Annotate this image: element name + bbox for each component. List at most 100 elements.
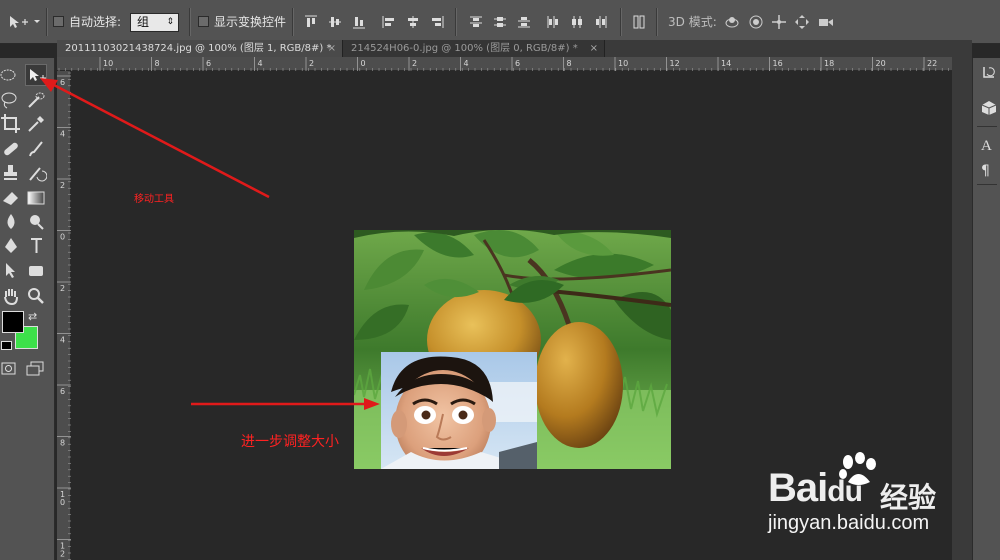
baidu-paw-icon	[839, 452, 876, 485]
ruler-label: 2	[309, 59, 314, 68]
options-bar: 自动选择: 组 ⇕ 显示变换控件 3D 模式:	[0, 0, 1000, 44]
3d-slide-icon[interactable]	[794, 14, 810, 30]
ruler-label: 2	[412, 59, 417, 68]
3d-mode-label: 3D 模式:	[668, 15, 717, 29]
ruler-label: 6	[206, 59, 211, 68]
ruler-label: 14	[721, 59, 731, 68]
healing-brush-tool[interactable]	[0, 138, 22, 160]
history-icon[interactable]	[981, 64, 997, 80]
ruler-label: 6	[515, 59, 520, 68]
distribute-vcenter-icon[interactable]	[492, 14, 508, 30]
separator	[189, 8, 191, 36]
close-icon[interactable]: ×	[328, 40, 336, 57]
default-colors-icon[interactable]	[1, 341, 12, 350]
ruler-label: 18	[824, 59, 834, 68]
ruler-label: 2	[60, 181, 65, 190]
auto-select-dropdown[interactable]: 组 ⇕	[130, 13, 179, 32]
chevron-updown-icon: ⇕	[166, 17, 174, 27]
auto-select-value: 组	[137, 15, 150, 29]
ruler-label: 8	[60, 439, 65, 448]
align-vertical-center-icon[interactable]	[327, 14, 343, 30]
close-icon[interactable]: ×	[590, 40, 598, 57]
move-tool[interactable]	[25, 64, 47, 86]
auto-select-checkbox[interactable]	[53, 16, 64, 27]
annotation-move-tool: 移动工具	[134, 194, 174, 205]
path-selection-tool[interactable]	[0, 260, 22, 282]
separator	[620, 8, 622, 36]
tab-label: 214524H06-0.jpg @ 100% (图层 0, RGB/8#) *	[351, 43, 578, 54]
distribute-right-icon[interactable]	[593, 14, 609, 30]
ruler-label: 8	[567, 59, 572, 68]
move-tool-preset-picker[interactable]	[6, 13, 40, 31]
ruler-label: 0	[361, 59, 366, 68]
quick-selection-tool[interactable]	[25, 89, 47, 111]
distribute-bottom-icon[interactable]	[516, 14, 532, 30]
brush-tool[interactable]	[25, 138, 47, 160]
toolbox: ⇄	[0, 58, 55, 560]
watermark-url: jingyan.baidu.com	[768, 512, 930, 534]
separator	[46, 8, 48, 36]
clone-stamp-tool[interactable]	[0, 162, 22, 184]
show-transform-label: 显示变换控件	[214, 15, 287, 29]
distribute-top-icon[interactable]	[468, 14, 484, 30]
ruler-label: 10	[103, 59, 113, 68]
document-tab-bar: 20111103021438724.jpg @ 100% (图层 1, RGB/…	[57, 40, 952, 57]
pen-tool[interactable]	[0, 235, 22, 257]
distribute-hcenter-icon[interactable]	[569, 14, 585, 30]
quick-mask-icon[interactable]	[0, 358, 22, 380]
align-right-icon[interactable]	[429, 14, 445, 30]
crop-tool[interactable]	[0, 113, 22, 135]
move-icon	[10, 16, 40, 28]
align-top-icon[interactable]	[303, 14, 319, 30]
swap-colors-icon[interactable]: ⇄	[28, 310, 37, 323]
tab-document-2[interactable]: 214524H06-0.jpg @ 100% (图层 0, RGB/8#) * …	[343, 40, 605, 57]
auto-select-label: 自动选择:	[69, 15, 122, 29]
distribute-left-icon[interactable]	[545, 14, 561, 30]
paragraph-icon[interactable]: ¶	[981, 163, 997, 179]
align-left-icon[interactable]	[381, 14, 397, 30]
baidu-jingyan-watermark: Baidu 经验 jingyan.baidu.com	[760, 452, 990, 542]
3d-rotate-icon[interactable]	[724, 14, 740, 30]
3d-roll-icon[interactable]	[748, 14, 764, 30]
character-icon[interactable]: A	[981, 138, 997, 154]
elliptical-marquee-tool[interactable]	[0, 64, 22, 86]
ruler-label: 0	[60, 233, 65, 242]
type-tool[interactable]	[25, 235, 47, 257]
eraser-tool[interactable]	[0, 187, 22, 209]
layer-1-portrait[interactable]	[381, 352, 537, 469]
foreground-color-swatch[interactable]	[2, 311, 24, 333]
divider	[977, 126, 997, 127]
3d-drag-icon[interactable]	[771, 14, 787, 30]
eyedropper-tool[interactable]	[25, 113, 47, 135]
vertical-ruler: 642024681012	[57, 71, 71, 560]
ruler-label: 4	[60, 336, 65, 345]
align-horizontal-center-icon[interactable]	[405, 14, 421, 30]
ruler-label: 4	[464, 59, 469, 68]
ruler-label: 0	[60, 498, 65, 507]
lasso-tool[interactable]	[0, 89, 22, 111]
ruler-label: 2	[60, 550, 65, 559]
dodge-tool[interactable]	[25, 211, 47, 233]
ruler-label: 8	[155, 59, 160, 68]
auto-align-layers-icon[interactable]	[632, 14, 648, 30]
tab-document-1[interactable]: 20111103021438724.jpg @ 100% (图层 1, RGB/…	[57, 40, 343, 57]
tab-label: 20111103021438724.jpg @ 100% (图层 1, RGB/…	[65, 43, 332, 54]
3d-scale-icon[interactable]	[818, 14, 834, 30]
ruler-label: 6	[60, 78, 65, 87]
portrait-photo	[381, 352, 537, 469]
separator	[292, 8, 294, 36]
history-brush-tool[interactable]	[25, 162, 48, 184]
zoom-tool[interactable]	[25, 285, 47, 307]
separator	[455, 8, 457, 36]
ruler-label: 2	[60, 284, 65, 293]
align-bottom-icon[interactable]	[351, 14, 367, 30]
show-transform-checkbox[interactable]	[198, 16, 209, 27]
ruler-label: 4	[258, 59, 263, 68]
3d-icon[interactable]	[981, 100, 997, 116]
annotation-resize-hint: 进一步调整大小	[241, 434, 339, 450]
hand-tool[interactable]	[0, 285, 22, 307]
blur-tool[interactable]	[0, 211, 22, 233]
gradient-tool[interactable]	[25, 187, 47, 209]
rectangle-tool[interactable]	[25, 260, 47, 282]
screen-mode-icon[interactable]	[25, 358, 47, 380]
